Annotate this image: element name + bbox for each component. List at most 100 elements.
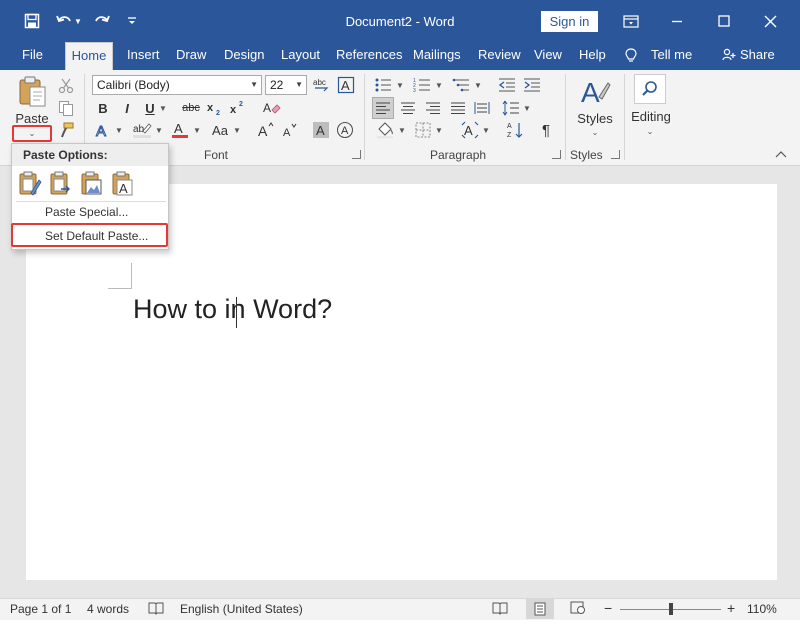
keep-source-formatting-icon[interactable] [18, 171, 44, 199]
proofing-book-icon[interactable] [148, 601, 164, 618]
keep-text-only-icon[interactable]: A [111, 171, 137, 199]
numbering-icon[interactable]: 123 [412, 75, 432, 95]
collapse-ribbon-icon[interactable] [774, 148, 788, 160]
change-case-dropdown-icon[interactable]: ▼ [232, 120, 242, 140]
font-name-dropdown-icon[interactable]: ▼ [250, 76, 258, 94]
shrink-font-icon[interactable]: A [280, 120, 300, 140]
paste-button[interactable]: Paste [13, 110, 51, 126]
character-shading-icon[interactable]: A [311, 120, 331, 140]
grow-font-icon[interactable]: A [256, 120, 276, 140]
cut-icon[interactable] [56, 76, 76, 96]
asian-layout-dropdown-icon[interactable]: ▼ [481, 120, 491, 140]
highlight-color-icon[interactable]: ab [131, 120, 153, 140]
web-layout-icon[interactable] [570, 601, 586, 618]
italic-button[interactable]: I [118, 98, 136, 118]
language-status[interactable]: English (United States) [180, 602, 303, 616]
borders-dropdown-icon[interactable]: ▼ [434, 120, 444, 140]
line-spacing-dropdown-icon[interactable]: ▼ [522, 97, 532, 119]
tell-me-search[interactable]: Tell me [651, 42, 692, 70]
shading-bucket-icon[interactable] [374, 120, 396, 140]
merge-formatting-icon[interactable] [49, 171, 75, 199]
paragraph-dialog-launcher-icon[interactable] [552, 150, 561, 159]
styles-dialog-launcher-icon[interactable] [611, 150, 620, 159]
maximize-icon[interactable] [711, 8, 737, 34]
font-dialog-launcher-icon[interactable] [352, 150, 361, 159]
change-case-button[interactable]: Aa [209, 120, 231, 140]
tab-layout[interactable]: Layout [281, 42, 320, 70]
redo-icon[interactable] [90, 9, 114, 33]
undo-dropdown-icon[interactable]: ▼ [72, 9, 84, 33]
underline-dropdown-icon[interactable]: ▼ [158, 98, 168, 118]
tab-file[interactable]: File [22, 42, 43, 70]
justify-icon[interactable] [447, 97, 469, 119]
copy-icon[interactable] [56, 98, 76, 118]
zoom-out-button[interactable]: − [604, 600, 612, 616]
customize-qat-icon[interactable] [120, 9, 144, 33]
sign-in-button[interactable]: Sign in [541, 11, 598, 32]
find-search-icon[interactable] [634, 74, 666, 104]
tab-home[interactable]: Home [65, 42, 113, 70]
font-color-dropdown-icon[interactable]: ▼ [192, 120, 202, 140]
print-layout-icon[interactable] [526, 599, 554, 619]
text-effects-dropdown-icon[interactable]: ▼ [114, 120, 124, 140]
close-icon[interactable] [757, 8, 783, 34]
sort-icon[interactable]: AZ [505, 120, 525, 140]
borders-icon[interactable] [413, 120, 433, 140]
shading-dropdown-icon[interactable]: ▼ [397, 120, 407, 140]
ribbon-display-options-icon[interactable] [618, 8, 644, 34]
font-size-dropdown-icon[interactable]: ▼ [295, 76, 303, 94]
align-center-icon[interactable] [397, 97, 419, 119]
page-count[interactable]: Page 1 of 1 [10, 602, 71, 616]
superscript-icon[interactable]: x2 [230, 98, 248, 118]
numbering-dropdown-icon[interactable]: ▼ [434, 75, 444, 95]
font-size-combo[interactable]: 22 ▼ [265, 75, 307, 95]
paste-special-menu-item[interactable]: Paste Special... [45, 205, 128, 219]
styles-button[interactable]: Styles [575, 110, 615, 126]
underline-button[interactable]: U [141, 98, 159, 118]
clear-formatting-icon[interactable]: A [262, 98, 282, 118]
read-mode-icon[interactable] [492, 601, 508, 618]
tab-review[interactable]: Review [478, 42, 521, 70]
save-icon[interactable] [20, 9, 44, 33]
highlight-dropdown-icon[interactable]: ▼ [154, 120, 164, 140]
format-painter-icon[interactable] [56, 120, 76, 140]
paste-picture-icon[interactable] [80, 171, 106, 199]
columns-distributed-icon[interactable] [472, 97, 492, 119]
subscript-icon[interactable]: x2 [207, 98, 225, 118]
bullets-icon[interactable] [373, 75, 393, 95]
tab-design[interactable]: Design [224, 42, 264, 70]
text-box-a-icon[interactable]: A [336, 75, 356, 95]
zoom-in-button[interactable]: + [727, 600, 735, 616]
editing-button[interactable]: Editing [628, 108, 674, 124]
styles-gallery-icon[interactable]: A [578, 74, 612, 108]
zoom-slider-thumb[interactable] [669, 603, 673, 615]
align-right-icon[interactable] [422, 97, 444, 119]
font-color-icon[interactable]: A [170, 120, 190, 140]
decrease-indent-icon[interactable] [497, 75, 517, 95]
styles-dropdown-icon[interactable]: ⌄ [585, 127, 605, 137]
editing-dropdown-icon[interactable]: ⌄ [640, 126, 660, 136]
change-case-abc-icon[interactable]: abc [311, 75, 331, 95]
align-left-icon[interactable] [372, 97, 394, 119]
tab-draw[interactable]: Draw [176, 42, 206, 70]
text-effects-icon[interactable]: A [93, 120, 113, 140]
minimize-icon[interactable] [664, 8, 690, 34]
multilevel-list-icon[interactable] [451, 75, 471, 95]
bullets-dropdown-icon[interactable]: ▼ [395, 75, 405, 95]
multilevel-dropdown-icon[interactable]: ▼ [473, 75, 483, 95]
bold-button[interactable]: B [94, 98, 112, 118]
paste-clipboard-icon[interactable] [16, 76, 48, 108]
word-count[interactable]: 4 words [87, 602, 129, 616]
increase-indent-icon[interactable] [522, 75, 542, 95]
enclose-characters-icon[interactable]: A [335, 120, 355, 140]
tab-references[interactable]: References [336, 42, 402, 70]
tab-view[interactable]: View [534, 42, 562, 70]
line-spacing-icon[interactable] [501, 97, 521, 119]
tab-help[interactable]: Help [579, 42, 606, 70]
share-button[interactable]: Share [740, 42, 775, 70]
strikethrough-button[interactable]: abc [178, 98, 204, 118]
tab-insert[interactable]: Insert [127, 42, 160, 70]
font-name-combo[interactable]: Calibri (Body) ▼ [92, 75, 262, 95]
tab-mailings[interactable]: Mailings [413, 42, 461, 70]
show-formatting-marks-icon[interactable]: ¶ [536, 120, 556, 140]
